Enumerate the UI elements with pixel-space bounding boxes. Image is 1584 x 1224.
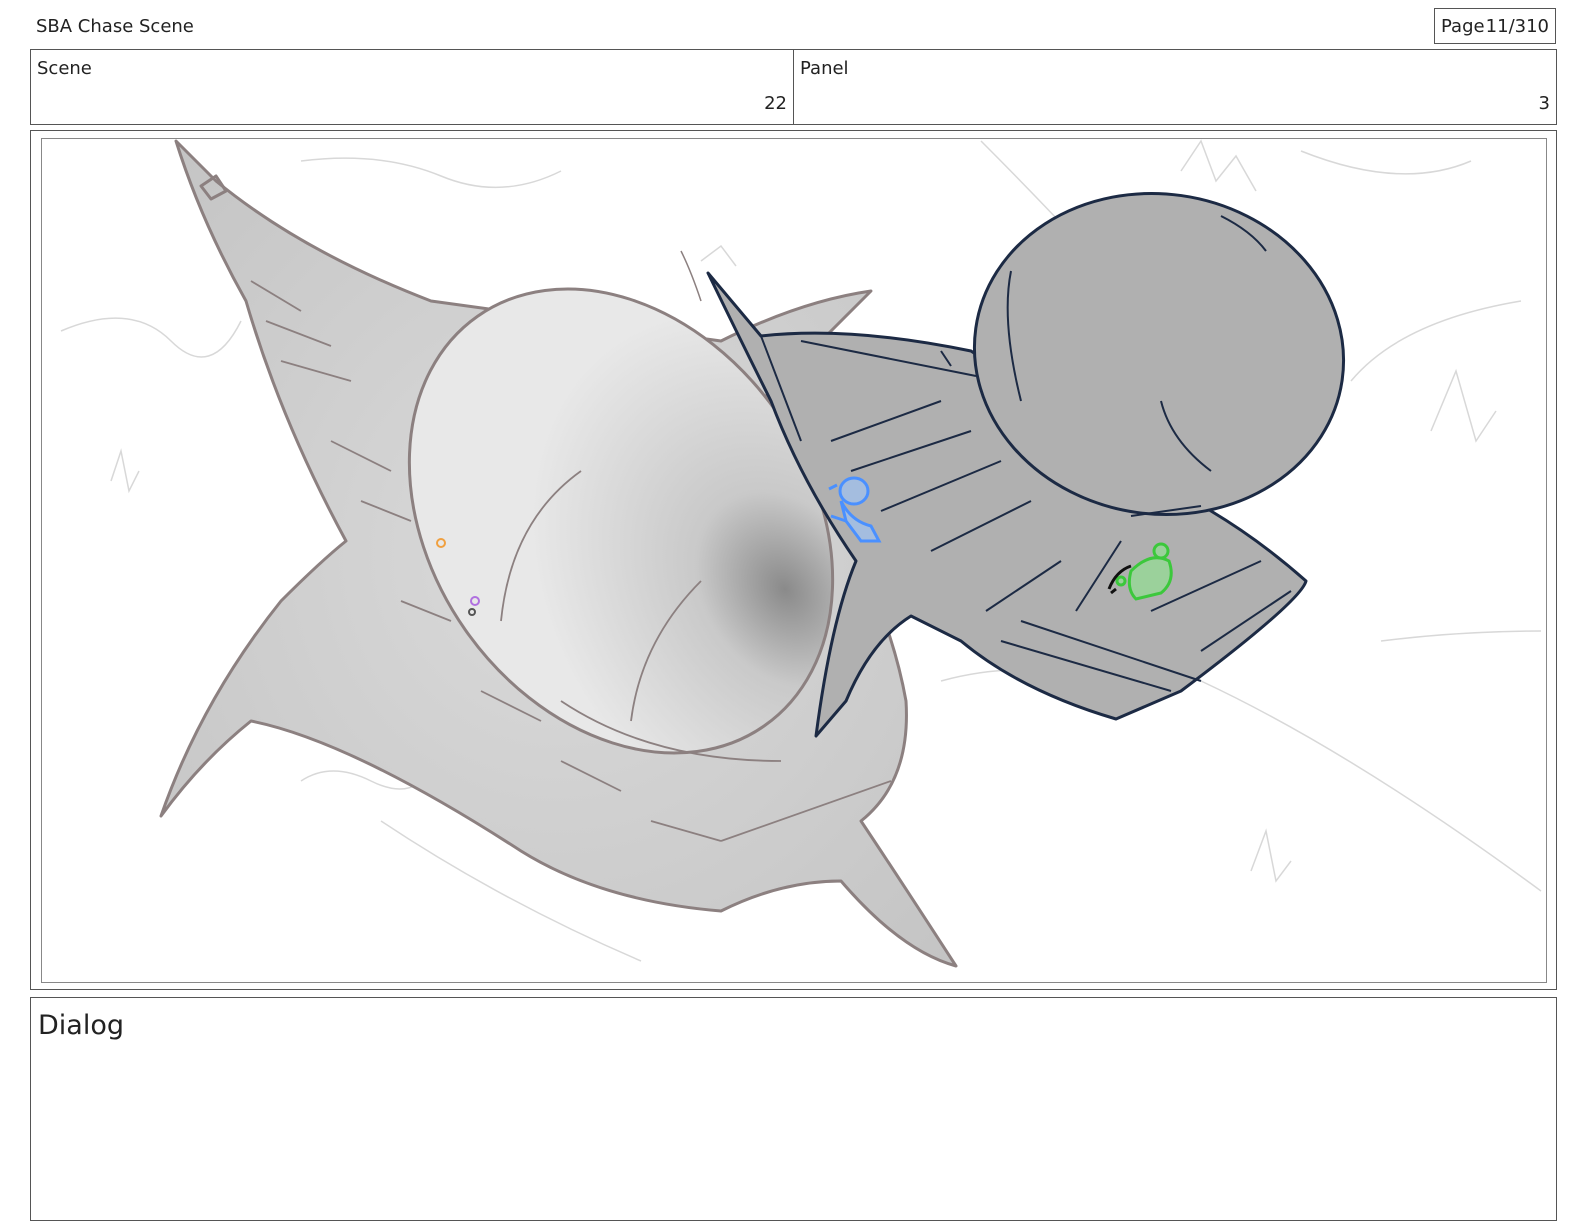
- panel-number: 3: [1538, 93, 1550, 114]
- storyboard-drawing: [60, 139, 1542, 968]
- scene-cell: Scene 22: [31, 50, 793, 124]
- scene-panel-row: Scene 22 Panel 3: [30, 49, 1557, 125]
- dialog-label: Dialog: [38, 1010, 124, 1041]
- panel-label: Panel: [800, 58, 849, 79]
- document-title: SBA Chase Scene: [36, 16, 194, 37]
- dialog-box: Dialog: [30, 997, 1557, 1221]
- panel-cell: Panel 3: [793, 50, 1556, 124]
- scene-number: 22: [764, 93, 787, 114]
- storyboard-frame: [41, 138, 1547, 983]
- shark-ship: [159, 139, 958, 968]
- page-number: 11/310: [1485, 15, 1549, 37]
- page-indicator: Page 11/310: [1434, 8, 1556, 44]
- scene-label: Scene: [37, 58, 92, 79]
- page-label: Page: [1441, 15, 1485, 37]
